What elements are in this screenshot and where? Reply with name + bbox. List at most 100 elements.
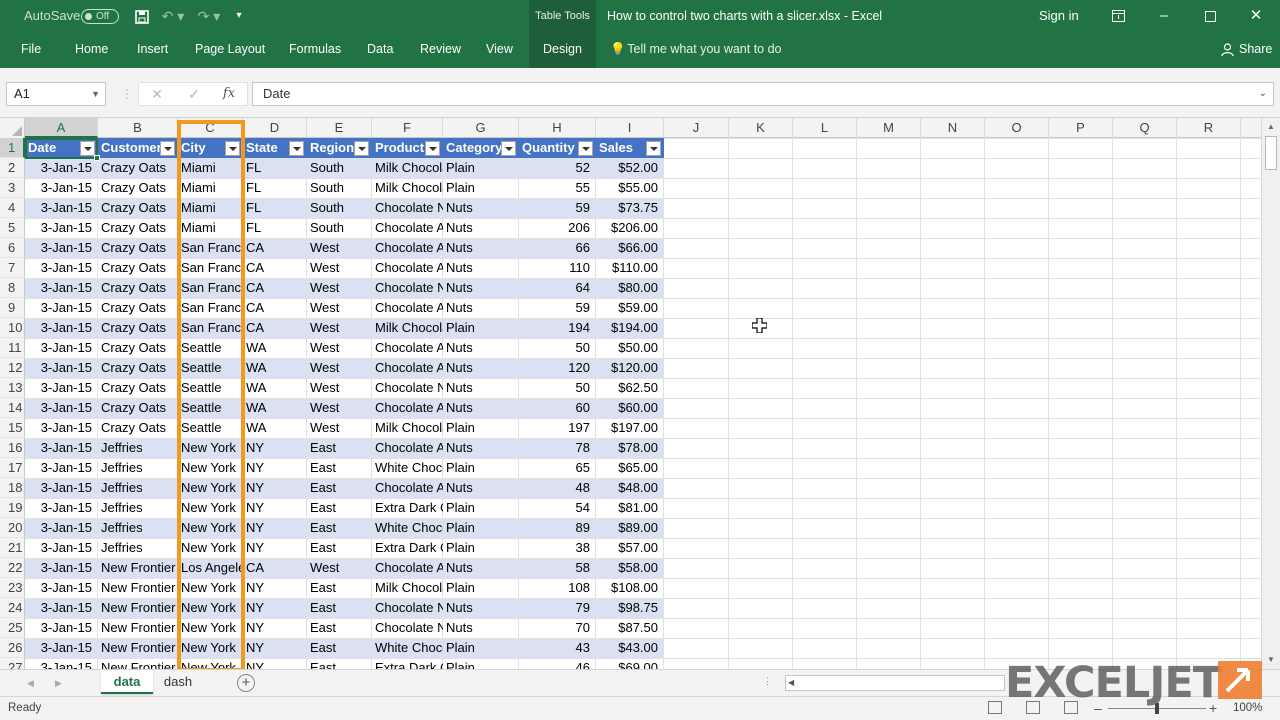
table-cell[interactable]: Chocolate Nuts (372, 598, 443, 618)
table-cell[interactable]: South (307, 178, 372, 198)
table-cell[interactable]: WA (243, 418, 307, 438)
table-cell[interactable]: Crazy Oats (98, 318, 178, 338)
table-cell[interactable]: Crazy Oats (98, 358, 178, 378)
row-header[interactable]: 16 (0, 438, 25, 458)
row-header[interactable]: 25 (0, 618, 25, 638)
table-cell[interactable]: Chocolate Almonds (372, 258, 443, 278)
table-cell[interactable]: Chocolate Nuts (372, 198, 443, 218)
table-cell[interactable]: Crazy Oats (98, 398, 178, 418)
table-cell[interactable]: Crazy Oats (98, 298, 178, 318)
table-cell[interactable]: Chocolate Almonds (372, 438, 443, 458)
table-cell[interactable]: 3-Jan-15 (25, 478, 98, 498)
table-cell[interactable]: 3-Jan-15 (25, 498, 98, 518)
table-cell[interactable]: Jeffries (98, 458, 178, 478)
filter-dropdown-icon[interactable] (501, 141, 516, 156)
table-cell[interactable]: Seattle (178, 378, 243, 398)
table-cell[interactable]: Plain (443, 518, 519, 538)
table-cell[interactable]: East (307, 518, 372, 538)
table-cell[interactable]: Chocolate Nuts (372, 278, 443, 298)
row-header[interactable]: 17 (0, 458, 25, 478)
table-cell[interactable]: 3-Jan-15 (25, 658, 98, 669)
table-cell[interactable]: Chocolate Almonds (372, 358, 443, 378)
table-cell[interactable]: $55.00 (596, 178, 664, 198)
column-header-r[interactable]: R (1177, 118, 1241, 138)
table-cell[interactable]: New Frontier (98, 558, 178, 578)
table-cell[interactable]: East (307, 578, 372, 598)
normal-view-icon[interactable] (988, 701, 1002, 714)
table-cell[interactable]: Nuts (443, 298, 519, 318)
column-header-n[interactable]: N (921, 118, 985, 138)
filter-dropdown-icon[interactable] (160, 141, 175, 156)
row-header[interactable]: 14 (0, 398, 25, 418)
select-all-corner[interactable] (0, 118, 25, 138)
filter-dropdown-icon[interactable] (289, 141, 304, 156)
table-cell[interactable]: Extra Dark Chocolate (372, 538, 443, 558)
table-cell[interactable]: New York (178, 438, 243, 458)
table-cell[interactable]: Jeffries (98, 438, 178, 458)
column-header-k[interactable]: K (729, 118, 793, 138)
table-cell[interactable]: New York (178, 538, 243, 558)
table-cell[interactable]: 3-Jan-15 (25, 618, 98, 638)
table-cell[interactable]: 3-Jan-15 (25, 378, 98, 398)
table-cell[interactable]: Milk Chocolate (372, 418, 443, 438)
row-header[interactable]: 18 (0, 478, 25, 498)
table-cell[interactable]: Seattle (178, 338, 243, 358)
table-cell[interactable]: West (307, 338, 372, 358)
row-header[interactable]: 20 (0, 518, 25, 538)
table-cell[interactable]: CA (243, 318, 307, 338)
table-cell[interactable]: NY (243, 638, 307, 658)
table-cell[interactable]: FL (243, 218, 307, 238)
table-cell[interactable]: San Francisco (178, 278, 243, 298)
table-cell[interactable]: Miami (178, 158, 243, 178)
vertical-scrollbar[interactable]: ▲ ▼ (1261, 118, 1280, 669)
table-cell[interactable]: 38 (519, 538, 596, 558)
row-header[interactable]: 12 (0, 358, 25, 378)
table-cell[interactable]: East (307, 658, 372, 669)
column-header-q[interactable]: Q (1113, 118, 1177, 138)
table-cell[interactable]: Nuts (443, 258, 519, 278)
row-header[interactable]: 8 (0, 278, 25, 298)
table-cell[interactable]: $60.00 (596, 398, 664, 418)
table-cell[interactable]: Plain (443, 498, 519, 518)
chevron-down-icon[interactable]: ▼ (91, 83, 100, 105)
table-cell[interactable]: East (307, 598, 372, 618)
table-cell[interactable]: 3-Jan-15 (25, 418, 98, 438)
new-sheet-button[interactable]: + (237, 674, 255, 692)
table-cell[interactable]: 55 (519, 178, 596, 198)
table-cell[interactable]: 110 (519, 258, 596, 278)
scroll-up-icon[interactable]: ▲ (1262, 119, 1280, 135)
column-header-f[interactable]: F (372, 118, 443, 138)
table-cell[interactable]: $48.00 (596, 478, 664, 498)
table-cell[interactable]: NY (243, 498, 307, 518)
table-cell[interactable]: Plain (443, 538, 519, 558)
table-cell[interactable]: Chocolate Almonds (372, 338, 443, 358)
table-cell[interactable]: WA (243, 398, 307, 418)
table-cell[interactable]: Nuts (443, 218, 519, 238)
table-cell[interactable]: Plain (443, 578, 519, 598)
table-cell[interactable]: 3-Jan-15 (25, 438, 98, 458)
filter-dropdown-icon[interactable] (425, 141, 440, 156)
table-cell[interactable]: San Francisco (178, 258, 243, 278)
table-cell[interactable]: New York (178, 478, 243, 498)
table-cell[interactable]: 3-Jan-15 (25, 218, 98, 238)
table-cell[interactable]: Nuts (443, 398, 519, 418)
table-cell[interactable]: NY (243, 618, 307, 638)
table-cell[interactable]: Jeffries (98, 518, 178, 538)
table-cell[interactable]: Seattle (178, 358, 243, 378)
table-cell[interactable]: 58 (519, 558, 596, 578)
table-cell[interactable]: Plain (443, 458, 519, 478)
table-cell[interactable]: Nuts (443, 618, 519, 638)
table-cell[interactable]: East (307, 438, 372, 458)
table-cell[interactable]: WA (243, 378, 307, 398)
table-cell[interactable]: $50.00 (596, 338, 664, 358)
table-cell[interactable]: $89.00 (596, 518, 664, 538)
table-cell[interactable]: 65 (519, 458, 596, 478)
tab-review[interactable]: Review (420, 32, 461, 66)
table-cell[interactable]: Chocolate Almonds (372, 478, 443, 498)
tab-insert[interactable]: Insert (137, 32, 168, 66)
table-cell[interactable]: Plain (443, 418, 519, 438)
table-cell[interactable]: New Frontier (98, 598, 178, 618)
autosave-toggle[interactable]: Off (81, 9, 119, 24)
table-cell[interactable]: Extra Dark Chocolate (372, 658, 443, 669)
minimize-icon[interactable]: – (1141, 0, 1187, 32)
